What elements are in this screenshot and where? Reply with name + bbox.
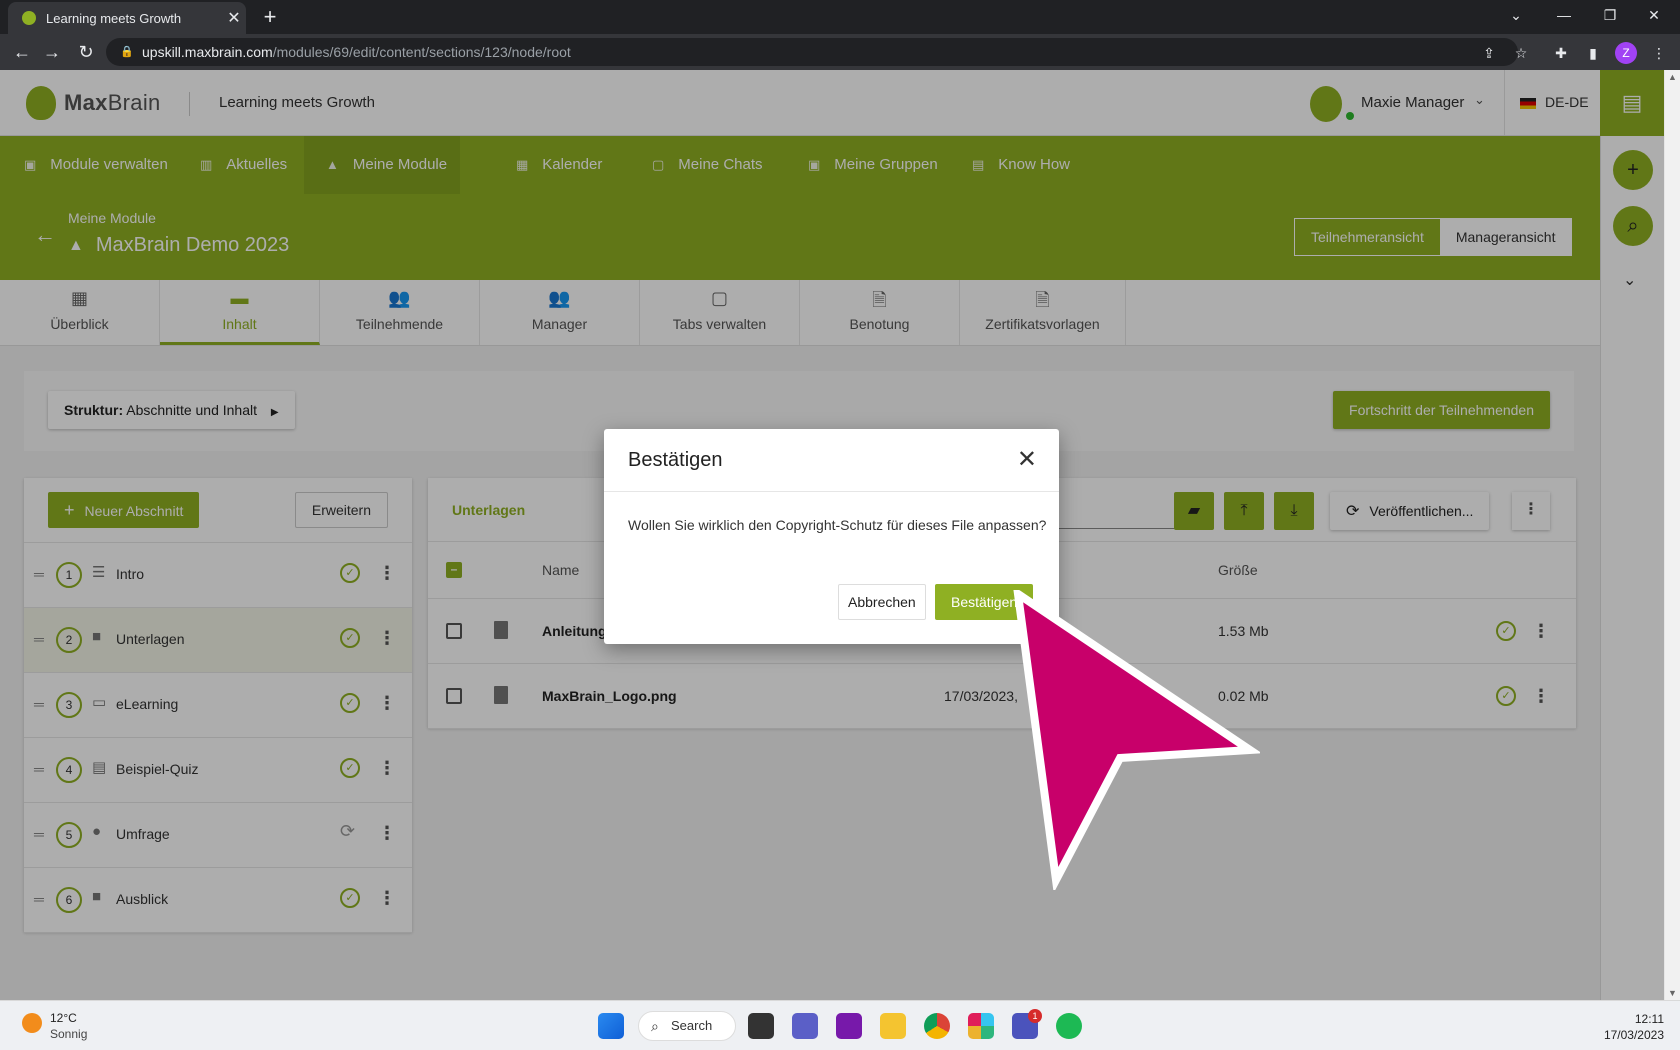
close-tab-icon[interactable]: ✕ [222,8,246,28]
weather-text: Sonnig [50,1027,88,1041]
url-path: /modules/69/edit/content/sections/123/no… [272,44,571,60]
teams-chat-icon[interactable] [792,1013,818,1039]
system-clock[interactable]: 12:11 17/03/2023 [1604,1011,1664,1043]
url-input[interactable]: 🔒 upskill.maxbrain.com/modules/69/edit/c… [106,38,1518,66]
browser-tab-title: Learning meets Growth [46,10,182,26]
close-icon[interactable]: ✕ [1017,445,1037,474]
extensions-icon[interactable]: ✚ [1550,42,1572,64]
slack-icon[interactable] [968,1013,994,1039]
url-host: upskill.maxbrain.com [142,44,273,60]
cancel-button[interactable]: Abbrechen [838,584,926,620]
pointer-cursor-icon [1013,590,1260,890]
temperature: 12°C [50,1011,77,1025]
taskbar: 12°C Sonnig ⌕ Search 1 12:11 17/03/2023 [0,1000,1680,1050]
browser-tab[interactable]: Learning meets Growth ✕ [8,2,246,34]
onenote-icon[interactable] [836,1013,862,1039]
minimize-icon[interactable]: — [1544,0,1584,30]
scroll-down-icon[interactable]: ▼ [1668,988,1677,998]
scroll-up-icon[interactable]: ▲ [1668,72,1677,82]
profile-avatar[interactable]: Z [1615,42,1637,64]
maximize-icon[interactable]: ❐ [1590,0,1630,30]
browser-tab-bar: Learning meets Growth ✕ + ⌄ — ❐ ✕ [0,0,1680,34]
file-explorer-icon[interactable] [880,1013,906,1039]
scrollbar[interactable]: ▲ ▼ [1664,70,1680,1000]
sun-icon[interactable] [22,1013,42,1033]
address-bar: ← → ↻ 🔒 upskill.maxbrain.com/modules/69/… [0,34,1680,70]
tab-search-icon[interactable]: ⌄ [1496,0,1536,30]
spotify-icon[interactable] [1056,1013,1082,1039]
favicon-icon [22,11,36,25]
dialog-title: Bestätigen [628,449,723,471]
notification-badge: 1 [1028,1009,1042,1023]
windows-start-icon[interactable] [598,1013,624,1039]
confirm-dialog: Bestätigen ✕ Wollen Sie wirklich den Cop… [604,429,1059,644]
chrome-icon[interactable] [924,1013,950,1039]
bookmark-star-icon[interactable]: ☆ [1510,42,1532,64]
lock-icon: 🔒 [120,46,134,58]
forward-icon[interactable]: → [38,38,66,66]
window-close-icon[interactable]: ✕ [1634,0,1674,30]
task-view-icon[interactable] [748,1013,774,1039]
search-icon: ⌕ [651,1018,659,1034]
browser-menu-icon[interactable]: ⋮ [1648,42,1670,64]
taskbar-search[interactable]: ⌕ Search [638,1011,736,1041]
reload-icon[interactable]: ↻ [72,38,100,66]
side-panel-icon[interactable]: ▮ [1582,42,1604,64]
new-tab-button[interactable]: + [256,4,284,32]
back-icon[interactable]: ← [8,38,36,66]
dialog-message: Wollen Sie wirklich den Copyright-Schutz… [628,517,1047,533]
share-icon[interactable]: ⇪ [1478,42,1500,64]
